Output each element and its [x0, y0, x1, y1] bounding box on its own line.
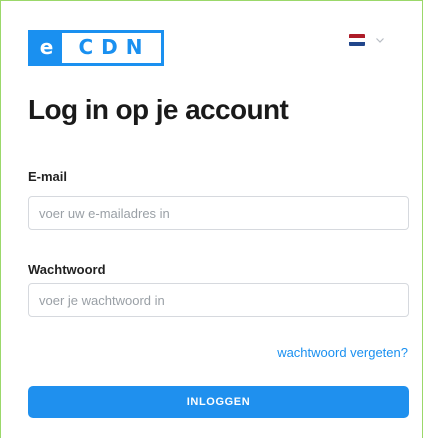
chevron-down-icon — [376, 38, 384, 43]
ecdn-logo[interactable]: e CDN — [28, 30, 164, 66]
login-button[interactable]: INLOGGEN — [28, 386, 409, 418]
logo-wordmark: CDN — [78, 35, 151, 59]
language-selector[interactable] — [349, 34, 385, 46]
logo-e-mark: e — [31, 33, 62, 63]
flag-nl-icon — [349, 34, 365, 46]
password-input[interactable] — [28, 283, 409, 317]
forgot-password-link[interactable]: wachtwoord vergeten? — [277, 345, 408, 360]
email-label: E-mail — [28, 169, 68, 184]
login-panel: e CDN Log in op je account E-mail Wachtw… — [0, 0, 423, 438]
page-title: Log in op je account — [28, 94, 289, 125]
password-label: Wachtwoord — [28, 262, 106, 277]
email-input[interactable] — [28, 196, 409, 230]
